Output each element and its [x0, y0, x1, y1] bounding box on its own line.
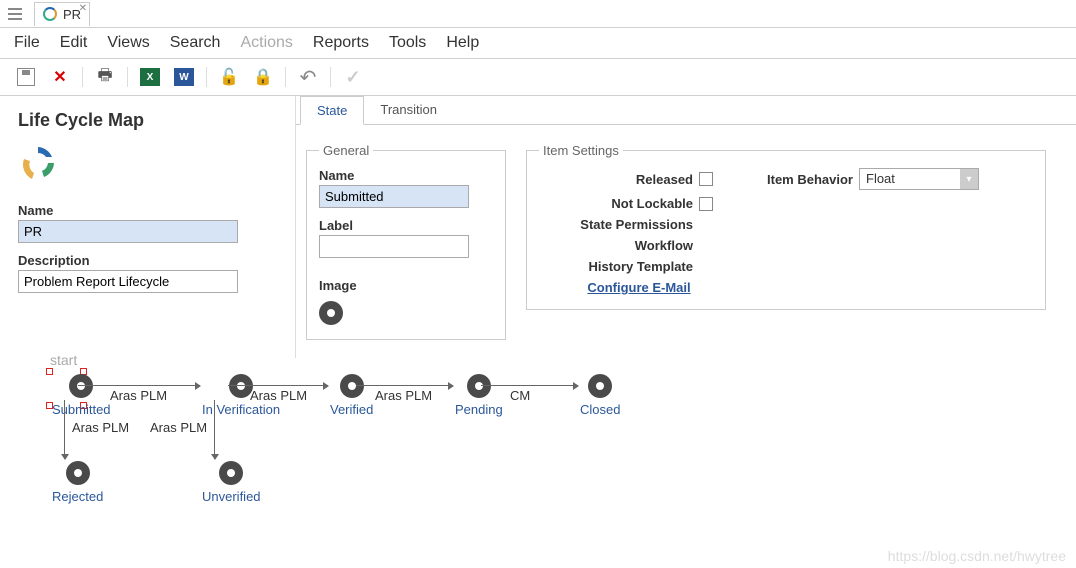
transition-label: Aras PLM	[150, 420, 207, 435]
unlock-button[interactable]	[217, 65, 241, 89]
description-label: Description	[18, 253, 277, 268]
state-unverified[interactable]: Unverified	[202, 461, 261, 504]
content-tabs: State Transition	[296, 96, 1076, 125]
configure-email-link[interactable]: Configure E-Mail	[539, 280, 739, 295]
transition-label: Aras PLM	[110, 388, 167, 403]
lifecycle-icon	[43, 7, 57, 21]
description-input[interactable]	[18, 270, 238, 293]
state-label-label: Label	[319, 218, 493, 233]
tab-state[interactable]: State	[300, 96, 364, 125]
menu-file[interactable]: File	[14, 34, 40, 52]
print-button[interactable]	[93, 65, 117, 89]
not-lockable-label: Not Lockable	[539, 196, 699, 211]
name-input[interactable]	[18, 220, 238, 243]
state-permissions-label: State Permissions	[539, 217, 699, 232]
state-verified[interactable]: Verified	[330, 374, 373, 417]
image-label: Image	[319, 278, 493, 293]
separator	[82, 67, 83, 87]
item-behavior-select[interactable]: Float	[859, 168, 979, 190]
state-submitted[interactable]: Submitted	[52, 374, 111, 417]
state-image-icon[interactable]	[319, 301, 343, 325]
watermark: https://blog.csdn.net/hwytree	[888, 548, 1066, 564]
transition-arrow[interactable]	[228, 385, 328, 386]
menu-bar: File Edit Views Search Actions Reports T…	[0, 28, 1076, 59]
menu-tools[interactable]: Tools	[389, 34, 426, 52]
page-title: Life Cycle Map	[18, 110, 277, 131]
menu-edit[interactable]: Edit	[60, 34, 88, 52]
close-icon[interactable]: ✕	[79, 3, 87, 14]
separator	[285, 67, 286, 87]
history-template-label: History Template	[539, 259, 699, 274]
menu-views[interactable]: Views	[107, 34, 149, 52]
item-settings-fieldset: Item Settings Released Item Behavior Flo…	[526, 143, 1046, 310]
item-behavior-label: Item Behavior	[739, 172, 859, 187]
general-fieldset: General Name Label Image	[306, 143, 506, 340]
menu-actions[interactable]: Actions	[240, 34, 292, 52]
state-name-label: Name	[319, 168, 493, 183]
transition-label: Aras PLM	[72, 420, 129, 435]
right-panel: State Transition General Name Label Imag…	[296, 96, 1076, 358]
chevron-down-icon[interactable]	[960, 169, 978, 189]
lifecycle-diagram[interactable]: start Submitted In Verification Verified…	[20, 358, 1076, 558]
general-legend: General	[319, 143, 373, 158]
item-behavior-value: Float	[860, 169, 960, 189]
tab-pr[interactable]: PR ✕	[34, 2, 90, 26]
separator	[330, 67, 331, 87]
menu-reports[interactable]: Reports	[313, 34, 369, 52]
menu-help[interactable]: Help	[446, 34, 479, 52]
state-closed[interactable]: Closed	[580, 374, 620, 417]
state-label-input[interactable]	[319, 235, 469, 258]
transition-label: Aras PLM	[250, 388, 307, 403]
done-button	[341, 65, 365, 89]
workflow-label: Workflow	[539, 238, 699, 253]
toolbar: X W	[0, 59, 1076, 96]
name-label: Name	[18, 203, 277, 218]
transition-label: Aras PLM	[375, 388, 432, 403]
state-pending[interactable]: Pending	[455, 374, 503, 417]
menu-search[interactable]: Search	[170, 34, 221, 52]
separator	[206, 67, 207, 87]
transition-arrow[interactable]	[481, 385, 578, 386]
undo-button[interactable]	[296, 65, 320, 89]
tab-transition[interactable]: Transition	[364, 96, 453, 124]
start-label: start	[50, 352, 77, 368]
menu-toggle[interactable]	[8, 4, 28, 24]
lock-button	[251, 65, 275, 89]
left-panel: Life Cycle Map Name Description	[0, 96, 296, 358]
transition-arrow[interactable]	[356, 385, 453, 386]
separator	[127, 67, 128, 87]
save-button[interactable]	[14, 65, 38, 89]
state-rejected[interactable]: Rejected	[52, 461, 103, 504]
released-label: Released	[539, 172, 699, 187]
lifecycle-icon	[18, 143, 58, 183]
transition-label: CM	[510, 388, 530, 403]
export-excel-button[interactable]: X	[138, 65, 162, 89]
not-lockable-checkbox[interactable]	[699, 197, 713, 211]
released-checkbox[interactable]	[699, 172, 713, 186]
state-name-input[interactable]	[319, 185, 469, 208]
export-word-button[interactable]: W	[172, 65, 196, 89]
transition-arrow[interactable]	[64, 400, 65, 459]
transition-arrow[interactable]	[214, 400, 215, 459]
transition-arrow[interactable]	[78, 385, 200, 386]
delete-button[interactable]	[48, 65, 72, 89]
settings-legend: Item Settings	[539, 143, 623, 158]
